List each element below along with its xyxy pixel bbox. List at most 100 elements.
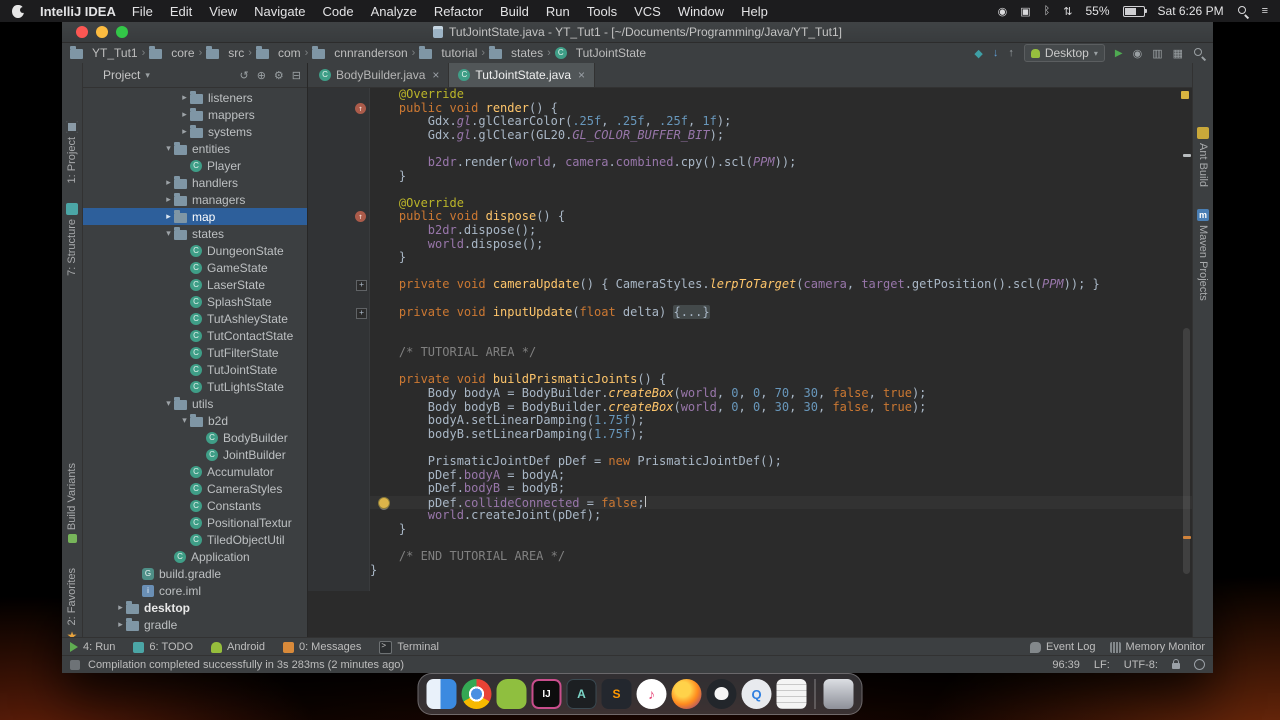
code-line-102[interactable] bbox=[308, 577, 1192, 591]
line-number[interactable] bbox=[308, 210, 353, 224]
code-line-49[interactable] bbox=[308, 183, 1192, 197]
itunes-icon[interactable]: ♪ bbox=[636, 679, 667, 709]
toolwindow-button-4-run[interactable]: 4: Run bbox=[70, 641, 115, 653]
menu-vcs[interactable]: VCS bbox=[634, 4, 661, 19]
line-number[interactable] bbox=[308, 495, 353, 510]
fold-icon[interactable]: + bbox=[356, 307, 367, 319]
toolwindow-button-6-todo[interactable]: 6: TODO bbox=[133, 641, 193, 653]
tree-item-splashstate[interactable]: C SplashState bbox=[83, 293, 307, 310]
breadcrumb-item[interactable]: C TutJointState bbox=[554, 46, 646, 60]
tree-item-tutfilterstate[interactable]: C TutFilterState bbox=[83, 344, 307, 361]
line-number[interactable] bbox=[308, 563, 353, 578]
line-number[interactable] bbox=[308, 359, 353, 374]
textedit-icon[interactable] bbox=[776, 679, 807, 709]
line-number[interactable] bbox=[308, 482, 353, 496]
code-line-50[interactable]: @Override bbox=[308, 196, 1192, 211]
toolwindow-button-build-variants[interactable]: Build Variants bbox=[62, 463, 82, 544]
tree-arrow-icon[interactable]: ▸ bbox=[163, 211, 174, 222]
toolwindow-button-favorites[interactable]: 2: Favorites ★ bbox=[62, 568, 82, 643]
highlighting-level-icon[interactable] bbox=[1194, 659, 1205, 670]
vcs-update-icon[interactable]: ↓ bbox=[993, 47, 999, 59]
code-line-89[interactable]: Body bodyB = BodyBuilder.createBox(world… bbox=[308, 400, 1192, 415]
code-line-45[interactable]: Gdx.gl.glClear(GL20.GL_COLOR_BUFFER_BIT)… bbox=[308, 128, 1192, 143]
tree-arrow-icon[interactable]: ▸ bbox=[163, 194, 174, 205]
code-line-47[interactable]: b2dr.render(world, camera.combined.cpy()… bbox=[308, 155, 1192, 170]
line-number[interactable] bbox=[308, 88, 353, 102]
code-line-90[interactable]: bodyA.setLinearDamping(1.75f); bbox=[308, 413, 1192, 428]
search-everywhere-icon[interactable] bbox=[1193, 47, 1205, 59]
breadcrumb-item[interactable]: tutorial bbox=[419, 46, 477, 60]
caret-position-widget[interactable]: 96:39 bbox=[1052, 659, 1080, 671]
code-line-54[interactable]: } bbox=[308, 250, 1192, 265]
tree-item-jointbuilder[interactable]: C JointBuilder bbox=[83, 446, 307, 463]
line-number[interactable] bbox=[308, 387, 353, 401]
tree-item-tutcontactstate[interactable]: C TutContactState bbox=[83, 327, 307, 344]
tree-arrow-icon[interactable]: ▸ bbox=[179, 126, 190, 137]
line-number[interactable] bbox=[308, 373, 353, 388]
code-line-101[interactable]: } bbox=[308, 563, 1192, 578]
tree-item-tutashleystate[interactable]: C TutAshleyState bbox=[83, 310, 307, 327]
toolwindow-button-memory-monitor[interactable]: Memory Monitor bbox=[1109, 641, 1205, 653]
line-number[interactable] bbox=[308, 101, 353, 116]
toolwindow-button-terminal[interactable]: Terminal bbox=[379, 640, 439, 654]
tree-item-mappers[interactable]: ▸ mappers bbox=[83, 106, 307, 123]
toolwindow-button-project[interactable]: 1: Project bbox=[62, 121, 82, 183]
code-line-98[interactable]: } bbox=[308, 522, 1192, 537]
menu-tools[interactable]: Tools bbox=[587, 4, 617, 19]
toolwindow-button-maven[interactable]: m Maven Projects bbox=[1193, 209, 1213, 301]
window-titlebar[interactable]: TutJointState.java - YT_Tut1 - [~/Docume… bbox=[62, 22, 1213, 43]
gem-icon[interactable]: ◆ bbox=[974, 47, 982, 60]
menu-build[interactable]: Build bbox=[500, 4, 529, 19]
toolwindow-button-android[interactable]: Android bbox=[211, 641, 265, 653]
notification-center-icon[interactable]: ≡ bbox=[1262, 5, 1268, 17]
code-line-88[interactable]: Body bodyA = BodyBuilder.createBox(world… bbox=[308, 386, 1192, 401]
code-line-85[interactable]: /* TUTORIAL AREA */ bbox=[308, 345, 1192, 360]
tree-item-positionaltextur[interactable]: C PositionalTextur bbox=[83, 514, 307, 531]
line-number[interactable] bbox=[308, 577, 353, 591]
line-number[interactable] bbox=[308, 414, 353, 428]
override-marker-icon[interactable]: ↑ bbox=[355, 102, 366, 114]
tree-item-gamestate[interactable]: C GameState bbox=[83, 259, 307, 276]
breadcrumb-item[interactable]: src bbox=[206, 46, 244, 60]
menu-edit[interactable]: Edit bbox=[170, 4, 192, 19]
debug-button[interactable]: ◉ bbox=[1133, 47, 1143, 60]
chevron-down-icon[interactable]: ▾ bbox=[145, 70, 150, 81]
menu-run[interactable]: Run bbox=[546, 4, 570, 19]
add-icon[interactable]: ⊕ bbox=[257, 69, 266, 82]
tree-arrow-icon[interactable]: ▸ bbox=[115, 602, 126, 613]
code-line-99[interactable] bbox=[308, 536, 1192, 551]
tree-item-constants[interactable]: C Constants bbox=[83, 497, 307, 514]
line-number[interactable] bbox=[308, 346, 353, 360]
line-number[interactable] bbox=[308, 251, 353, 265]
line-number[interactable] bbox=[308, 115, 353, 129]
code-line-95[interactable]: pDef.bodyB = bodyB; bbox=[308, 481, 1192, 496]
line-number[interactable] bbox=[308, 550, 353, 564]
code-line-86[interactable] bbox=[308, 359, 1192, 374]
zoom-window-button[interactable] bbox=[116, 26, 128, 38]
display-icon[interactable]: ▣ bbox=[1020, 5, 1030, 18]
code-line-94[interactable]: pDef.bodyA = bodyA; bbox=[308, 468, 1192, 483]
tree-item-gradle[interactable]: ▸ gradle bbox=[83, 616, 307, 633]
line-number[interactable] bbox=[308, 237, 353, 252]
close-window-button[interactable] bbox=[76, 26, 88, 38]
code-line-93[interactable]: PrismaticJointDef pDef = new PrismaticJo… bbox=[308, 454, 1192, 469]
tree-item-systems[interactable]: ▸ systems bbox=[83, 123, 307, 140]
editor-scrollbar[interactable] bbox=[1181, 104, 1192, 638]
tree-arrow-icon[interactable]: ▸ bbox=[163, 177, 174, 188]
apple-menu-icon[interactable] bbox=[12, 4, 26, 18]
tree-item-bodybuilder[interactable]: C BodyBuilder bbox=[83, 429, 307, 446]
breadcrumb-item[interactable]: cnnranderson bbox=[312, 46, 408, 60]
code-line-96[interactable]: pDef.collideConnected = false; bbox=[308, 495, 1192, 510]
toolwindow-button-0-messages[interactable]: 0: Messages bbox=[282, 641, 361, 653]
line-number[interactable] bbox=[308, 278, 353, 292]
tool-windows-grid-icon[interactable]: ▦ bbox=[1173, 47, 1183, 60]
menubar-clock[interactable]: Sat 6:26 PM bbox=[1158, 4, 1224, 18]
tree-arrow-icon[interactable]: ▾ bbox=[163, 143, 174, 154]
code-line-91[interactable]: bodyB.setLinearDamping(1.75f); bbox=[308, 427, 1192, 442]
error-stripe-mark[interactable] bbox=[1183, 536, 1191, 539]
code-line-42[interactable]: @Override bbox=[308, 88, 1192, 102]
code-editor[interactable]: @Override ↑ public void render() { Gdx.gl… bbox=[308, 88, 1192, 638]
line-number[interactable] bbox=[308, 142, 353, 156]
menubar-app-name[interactable]: IntelliJ IDEA bbox=[40, 4, 116, 19]
line-number[interactable] bbox=[308, 400, 353, 415]
